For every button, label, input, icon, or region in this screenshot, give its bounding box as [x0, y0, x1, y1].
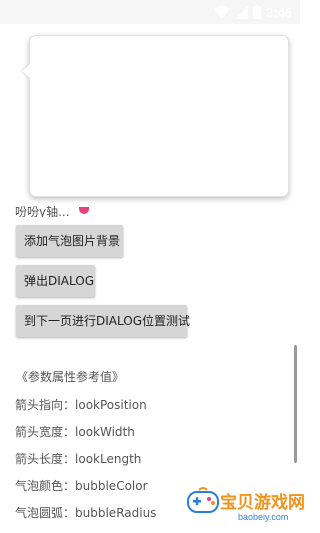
bubble-arrow — [22, 64, 30, 78]
battery-icon — [252, 5, 261, 19]
show-dialog-button[interactable]: 弹出DIALOG — [16, 265, 95, 297]
watermark-logo: 宝贝游戏网 baobeiy.com — [180, 482, 305, 532]
wifi-icon — [213, 5, 230, 19]
bubble-dialog[interactable] — [22, 35, 289, 197]
status-time: 3:46 — [265, 4, 292, 20]
param-key: 箭头长度： — [15, 452, 76, 466]
param-row-look-width: 箭头宽度：lookWidth — [15, 423, 135, 440]
status-bar: 3:46 — [0, 0, 300, 24]
vertical-scrollbar[interactable] — [294, 345, 297, 463]
partial-label: 吩吩y轴... — [15, 205, 70, 217]
param-key: 气泡颜色： — [15, 479, 76, 493]
signal-icon — [234, 5, 248, 19]
param-value: bubbleColor — [75, 479, 148, 493]
param-key: 箭头宽度： — [15, 425, 76, 439]
param-row-look-length: 箭头长度：lookLength — [15, 450, 141, 467]
param-value: lookWidth — [75, 425, 135, 439]
reference-title: 《参数属性参考值》 — [16, 370, 125, 384]
watermark-url: baobeiy.com — [238, 512, 289, 522]
pink-indicator — [79, 207, 89, 214]
param-value: bubbleRadius — [75, 506, 157, 520]
add-bubble-bg-button[interactable]: 添加气泡图片背景 — [16, 225, 123, 257]
param-row-bubble-radius: 气泡圆弧：bubbleRadius — [15, 504, 156, 521]
param-key: 箭头指向： — [15, 398, 76, 412]
gamepad-icon — [187, 487, 219, 513]
next-page-test-button[interactable]: 到下一页进行DIALOG位置测试 — [16, 305, 190, 337]
param-value: lookPosition — [75, 398, 147, 412]
param-row-bubble-color: 气泡颜色：bubbleColor — [15, 477, 148, 494]
param-key: 气泡圆弧： — [15, 506, 76, 520]
param-value: lookLength — [75, 452, 142, 466]
watermark-text: 宝贝游戏网 — [220, 493, 305, 513]
param-row-look-position: 箭头指向：lookPosition — [15, 396, 147, 413]
